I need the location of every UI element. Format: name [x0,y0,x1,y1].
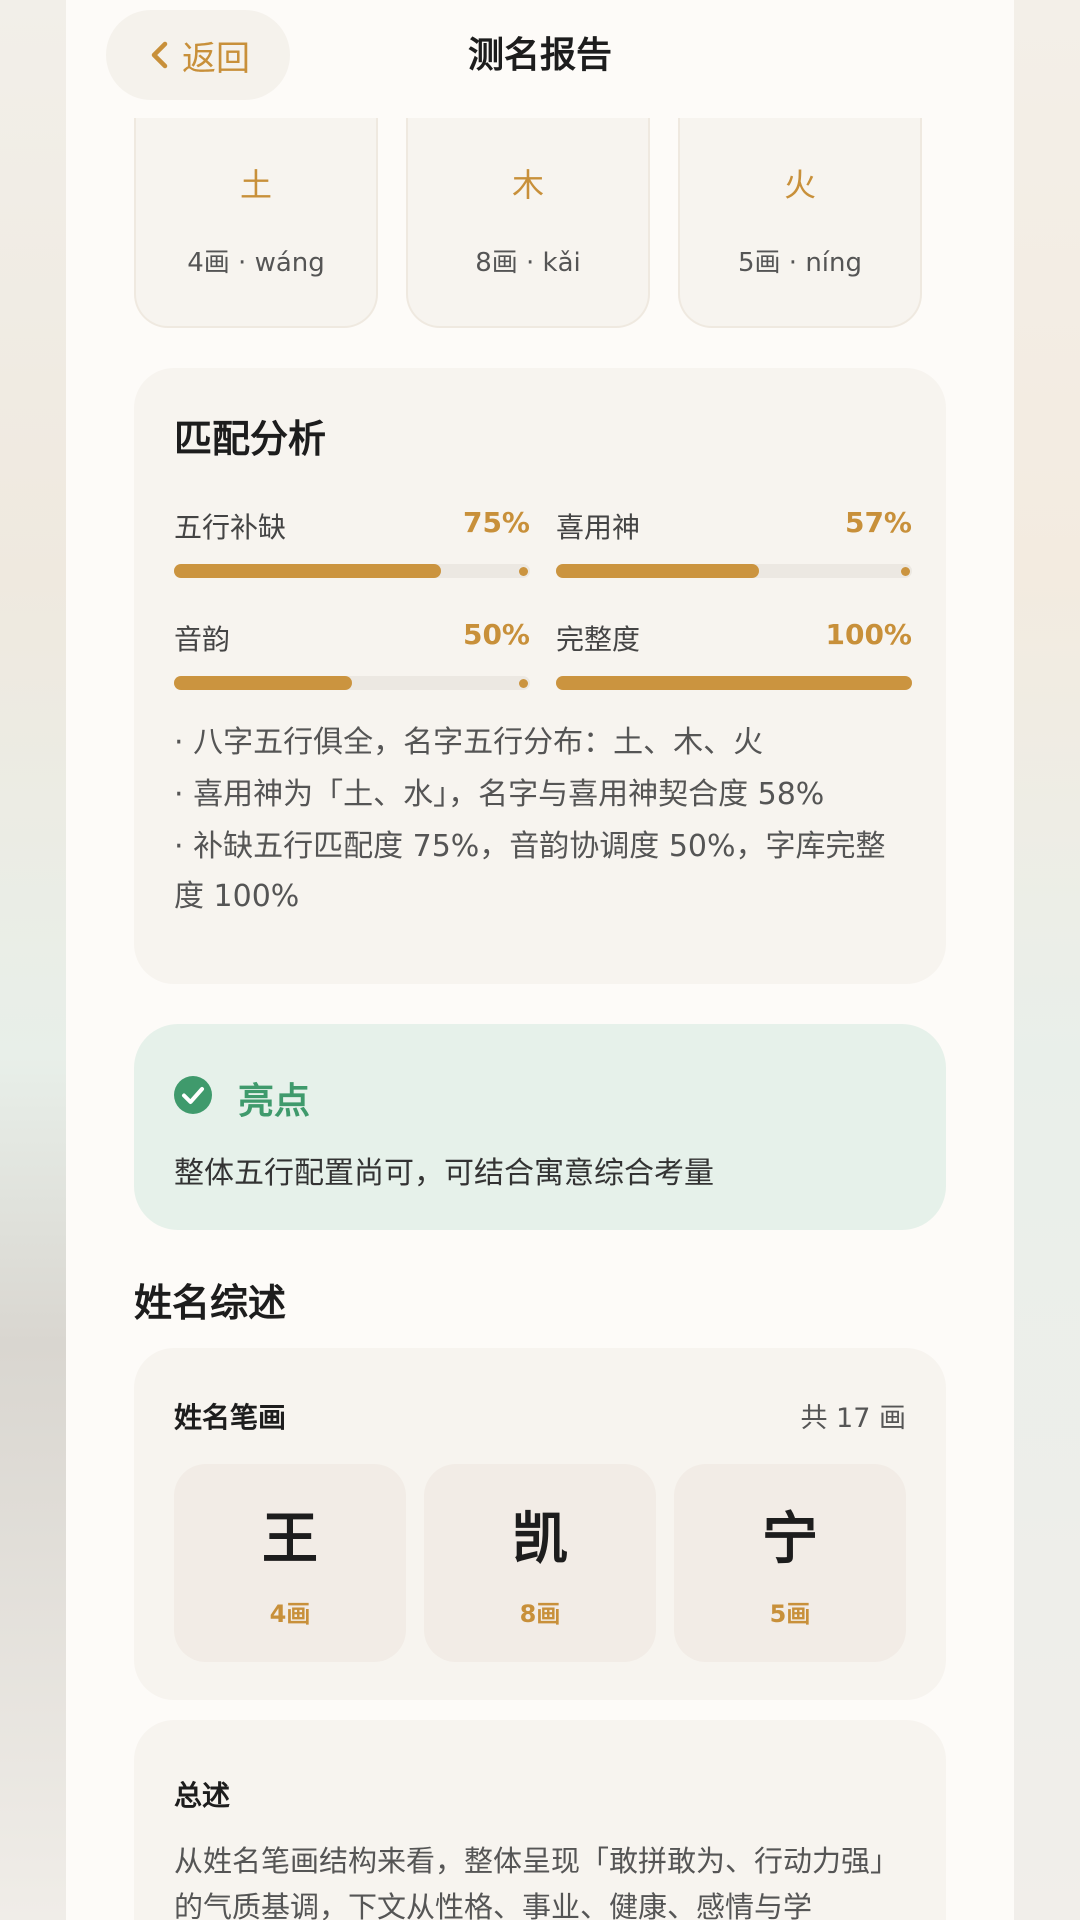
stroke-box-ning: 宁 5画 [674,1464,906,1662]
stroke-box-kai: 凯 8画 [424,1464,656,1662]
element-label: 土 [239,166,272,204]
strokes-pinyin: 5画 · níng [737,248,863,278]
backdrop-right [1014,0,1080,1920]
metric-label: 喜用神 [556,511,641,544]
metric-label: 五行补缺 [174,511,287,544]
analysis-title: 匹配分析 [174,417,327,461]
metric-wuxing: 五行补缺 75% [174,506,530,586]
match-analysis-card: 匹配分析 五行补缺 75% 喜用神 57% 音韵 50% 完整度 100% · … [134,368,946,984]
highlight-text: 整体五行配置尚可，可结合寓意综合考量 [174,1156,714,1191]
analysis-bullets: · 八字五行俱全，名字五行分布：土、木、火 · 喜用神为「土、水」，名字与喜用神… [174,718,914,924]
character-cards: 土 4画 · wáng 木 8画 · kǎi 火 5画 · níng [134,86,924,330]
progress-end-dot [519,679,528,688]
section-title-overview: 姓名综述 [134,1281,287,1325]
character: 凯 [512,1507,568,1572]
highlight-card: 亮点 整体五行配置尚可，可结合寓意综合考量 [134,1024,946,1230]
metric-value: 50% [462,618,530,651]
metric-value: 57% [844,506,912,539]
character-card-wang: 土 4画 · wáng [134,88,378,328]
strokes-pinyin: 8画 · kǎi [475,248,581,278]
stroke-count: 5画 [769,1600,811,1628]
metric-yinyun: 音韵 50% [174,618,530,698]
progress-fill [556,676,912,690]
stroke-count: 4画 [269,1600,311,1628]
metric-label: 音韵 [174,623,231,656]
metric-value: 100% [825,618,912,651]
bullet-item: · 喜用神为「土、水」，名字与喜用神契合度 58% [174,777,825,812]
progress-fill [174,564,441,578]
metric-xiyongshen: 喜用神 57% [556,506,912,586]
strokes-title: 姓名笔画 [174,1401,287,1434]
metric-label: 完整度 [556,623,641,656]
progress-fill [556,564,759,578]
strokes-pinyin: 4画 · wáng [187,248,325,278]
progress-track [174,564,530,578]
summary-text: 从姓名笔画结构来看，整体呈现「敢拼敢为、行动力强」的气质基调，下文从性格、事业、… [174,1844,900,1920]
progress-track [556,564,912,578]
stroke-box-wang: 王 4画 [174,1464,406,1662]
summary-title: 总述 [174,1779,231,1812]
bullet-item: · 补缺五行匹配度 75%，音韵协调度 50%，字库完整度 100% [174,829,886,914]
strokes-total: 共 17 画 [800,1403,906,1434]
element-label: 木 [511,166,544,204]
highlight-title: 亮点 [238,1081,311,1122]
progress-fill [174,676,352,690]
progress-end-dot [901,567,910,576]
progress-track [556,676,912,690]
bullet-item: · 八字五行俱全，名字五行分布：土、木、火 [174,725,764,760]
metric-value: 75% [462,506,530,539]
character-card-ning: 火 5画 · níng [678,86,922,328]
summary-card: 总述 从姓名笔画结构来看，整体呈现「敢拼敢为、行动力强」的气质基调，下文从性格、… [134,1720,946,1920]
progress-end-dot [519,567,528,576]
character-card-kai: 木 8画 · kǎi [406,86,650,328]
metric-wanzhengdu: 完整度 100% [556,618,912,698]
app-screen: 土 4画 · wáng 木 8画 · kǎi 火 5画 · níng 返回 测名… [66,0,1014,1920]
nav-header: 返回 测名报告 [66,0,1014,118]
check-circle-icon [174,1076,212,1114]
character: 王 [262,1507,318,1572]
name-strokes-card: 姓名笔画 共 17 画 王 4画 凯 8画 宁 5画 [134,1348,946,1700]
stroke-count: 8画 [519,1600,561,1628]
backdrop-left [0,0,66,1920]
page-title: 测名报告 [467,35,612,76]
progress-track [174,676,530,690]
character: 宁 [762,1507,818,1572]
element-label: 火 [783,166,816,204]
